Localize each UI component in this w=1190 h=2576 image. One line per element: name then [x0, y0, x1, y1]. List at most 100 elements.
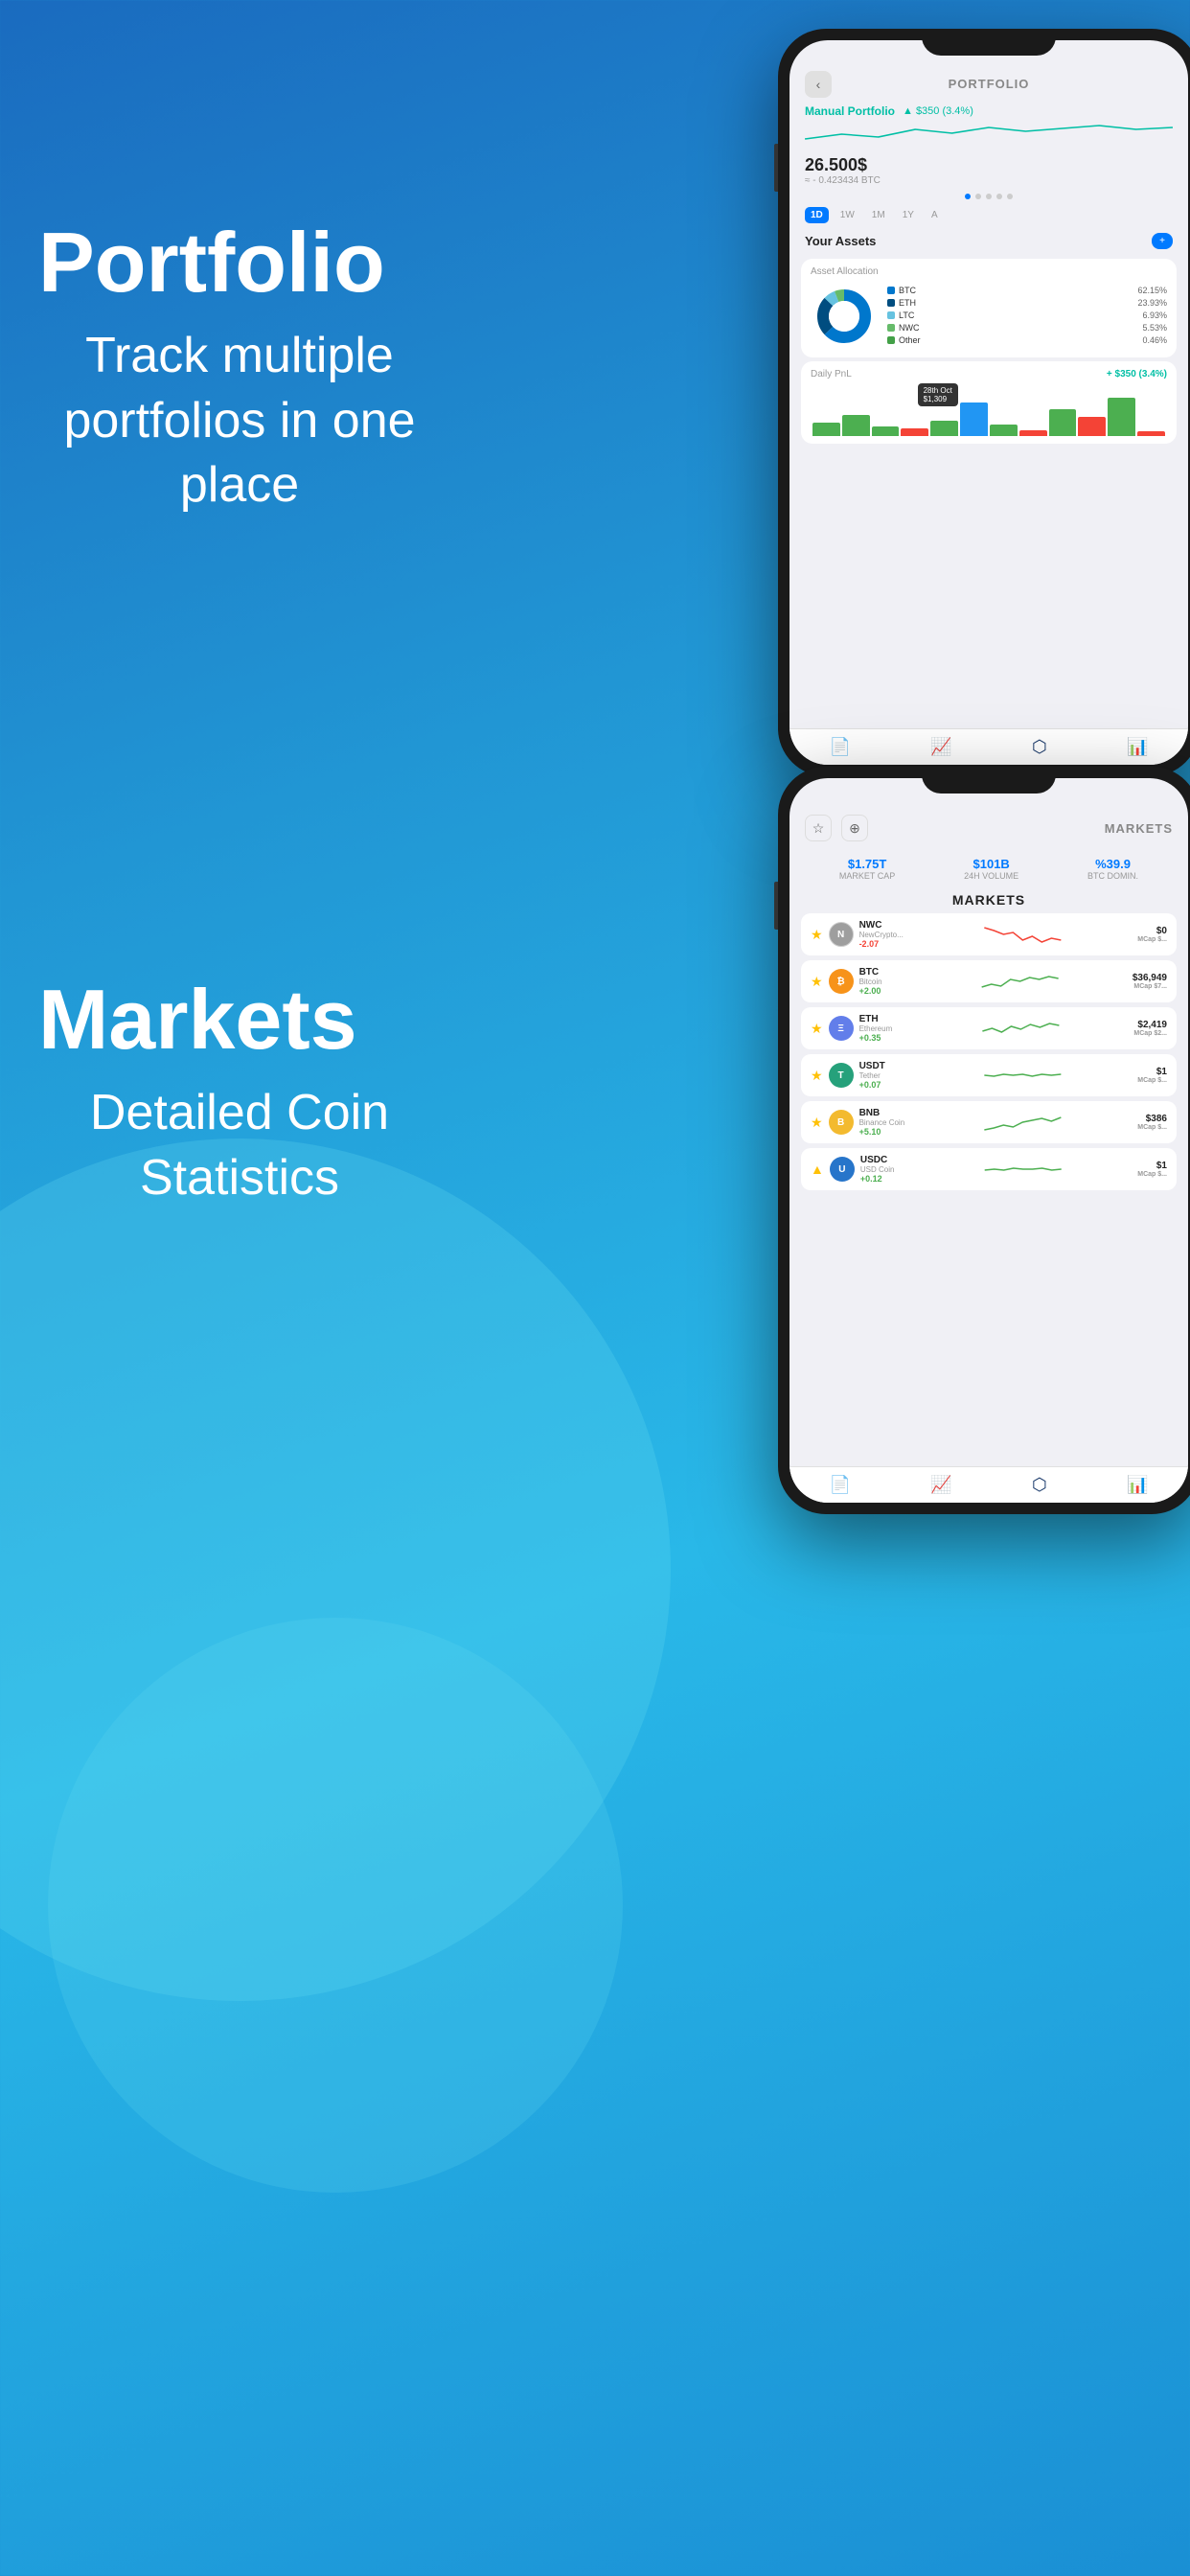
notch-2 — [922, 767, 1056, 794]
bar-1 — [812, 423, 840, 436]
tf-1y[interactable]: 1Y — [897, 207, 920, 223]
search-icon[interactable]: ⊕ — [841, 815, 868, 841]
btc-info: BTC Bitcoin +2.00 — [859, 967, 907, 996]
portfolio-dots — [790, 190, 1188, 203]
legend-ltc: LTC 6.93% — [887, 310, 1167, 320]
mkt-nav-portfolio-icon[interactable]: 📄 — [830, 1475, 851, 1495]
star-usdt[interactable]: ★ — [811, 1068, 823, 1084]
portfolio-section-text: Portfolio Track multiple portfolios in o… — [38, 220, 441, 518]
nav-home-icon[interactable]: ⬡ — [1032, 737, 1047, 757]
legend-eth-dot — [887, 299, 895, 307]
btc-sparkline — [913, 970, 1127, 994]
legend-nwc: NWC 5.53% — [887, 323, 1167, 333]
bar-12 — [1137, 431, 1165, 436]
btc-dom-value: %39.9 — [1087, 857, 1138, 871]
markets-title: Markets — [38, 978, 441, 1062]
legend-other-dot — [887, 336, 895, 344]
bnb-info: BNB Binance Coin +5.10 — [859, 1108, 907, 1137]
nav-bar-icon[interactable]: 📊 — [1127, 737, 1148, 757]
chart-tooltip: 28th Oct$1,309 — [918, 383, 958, 406]
tf-1d[interactable]: 1D — [805, 207, 829, 223]
btc-icon: ₿ — [829, 969, 854, 994]
asset-alloc-title: Asset Allocation — [811, 266, 1167, 277]
legend-eth: ETH 23.93% — [887, 298, 1167, 308]
bnb-icon: B — [829, 1110, 854, 1135]
portfolio-sparkline — [805, 120, 1173, 149]
list-item[interactable]: ★ Ξ ETH Ethereum +0.35 $2,419 MCap $2. — [801, 1007, 1177, 1049]
star-usdc[interactable]: ▲ — [811, 1162, 824, 1177]
star-eth[interactable]: ★ — [811, 1021, 823, 1037]
star-nwc[interactable]: ★ — [811, 927, 823, 943]
bnb-sparkline — [913, 1111, 1133, 1135]
usdt-icon: T — [829, 1063, 854, 1088]
markets-header-title: MARKETS — [1105, 821, 1173, 836]
timeframe-selector[interactable]: 1D 1W 1M 1Y A — [790, 203, 1188, 227]
legend-nwc-dot — [887, 324, 895, 332]
tf-1m[interactable]: 1M — [866, 207, 891, 223]
bar-11 — [1108, 398, 1135, 436]
mkt-nav-home-icon[interactable]: ⬡ — [1032, 1475, 1047, 1495]
nwc-icon: N — [829, 922, 854, 947]
btc-price: $36,949 MCap $7... — [1133, 973, 1167, 990]
dot-1 — [965, 194, 971, 199]
mkt-nav-chart-icon[interactable]: 📈 — [930, 1475, 951, 1495]
list-item[interactable]: ★ T USDT Tether +0.07 $1 MCap $... — [801, 1054, 1177, 1096]
usdc-info: USDC USD Coin +0.12 — [860, 1155, 908, 1184]
your-assets-row: Your Assets + — [790, 227, 1188, 255]
volume-stat: $101B 24H VOLUME — [964, 857, 1018, 881]
usdc-icon: U — [830, 1157, 855, 1182]
markets-phone: ☆ ⊕ MARKETS $1.75T MARKET CAP $101B 24H … — [778, 767, 1190, 1514]
volume-value: $101B — [964, 857, 1018, 871]
bar-3 — [872, 426, 900, 436]
bar-2 — [842, 415, 870, 436]
legend-other: Other 0.46% — [887, 335, 1167, 345]
legend-btc-dot — [887, 287, 895, 294]
coin-list: ★ N NWC NewCrypto... -2.07 $0 MCap $.. — [790, 913, 1188, 1195]
portfolio-name: Manual Portfolio — [805, 104, 895, 118]
bar-9 — [1049, 409, 1077, 436]
portfolio-header-title: PORTFOLIO — [949, 77, 1030, 91]
daily-pnl-card: Daily PnL + $350 (3.4%) 28th Oct$1,309 — [801, 361, 1177, 444]
portfolio-value: 26.500$ — [790, 155, 1188, 175]
market-cap-label: MARKET CAP — [839, 871, 895, 881]
list-item[interactable]: ▲ U USDC USD Coin +0.12 $1 MCap $... — [801, 1148, 1177, 1190]
pnl-title: Daily PnL — [811, 369, 852, 380]
tf-1w[interactable]: 1W — [835, 207, 860, 223]
nav-portfolio-icon[interactable]: 📄 — [830, 737, 851, 757]
allocation-legend: BTC 62.15% ETH 23.93% LTC — [887, 286, 1167, 348]
star-icon[interactable]: ☆ — [805, 815, 832, 841]
usdt-sparkline — [913, 1064, 1133, 1088]
mkt-nav-bar-icon[interactable]: 📊 — [1127, 1475, 1148, 1495]
eth-price: $2,419 MCap $2... — [1133, 1020, 1167, 1037]
markets-section-text: Markets Detailed Coin Statistics — [38, 978, 441, 1210]
star-bnb[interactable]: ★ — [811, 1115, 823, 1131]
markets-bottom-nav: 📄 📈 ⬡ 📊 — [790, 1466, 1188, 1503]
portfolio-name-section: Manual Portfolio ▲ $350 (3.4%) — [790, 99, 1188, 155]
eth-sparkline — [913, 1017, 1129, 1041]
market-cap-stat: $1.75T MARKET CAP — [839, 857, 895, 881]
eth-info: ETH Ethereum +0.35 — [859, 1014, 907, 1043]
list-item[interactable]: ★ N NWC NewCrypto... -2.07 $0 MCap $.. — [801, 913, 1177, 955]
nwc-price: $0 MCap $... — [1137, 926, 1167, 943]
bar-5 — [930, 421, 958, 436]
back-button[interactable]: ‹ — [805, 71, 832, 98]
list-item[interactable]: ★ B BNB Binance Coin +5.10 $386 MCap $ — [801, 1101, 1177, 1143]
star-btc[interactable]: ★ — [811, 974, 823, 990]
assets-button[interactable]: + — [1152, 233, 1173, 249]
donut-chart — [811, 283, 878, 350]
usdc-price: $1 MCap $... — [1137, 1161, 1167, 1178]
nwc-sparkline — [913, 923, 1133, 947]
tf-all[interactable]: A — [926, 207, 944, 223]
markets-subtitle: Detailed Coin Statistics — [38, 1081, 441, 1210]
portfolio-title: Portfolio — [38, 220, 441, 305]
portfolio-phone-frame: ‹ PORTFOLIO Manual Portfolio ▲ $350 (3.4… — [778, 29, 1190, 776]
list-item[interactable]: ★ ₿ BTC Bitcoin +2.00 $36,949 MCap $7. — [801, 960, 1177, 1002]
bar-6 — [960, 402, 988, 436]
nav-chart-icon[interactable]: 📈 — [930, 737, 951, 757]
btc-dom-stat: %39.9 BTC DOMIN. — [1087, 857, 1138, 881]
bar-8 — [1019, 430, 1047, 436]
btc-dom-label: BTC DOMIN. — [1087, 871, 1138, 881]
dot-2 — [975, 194, 981, 199]
dot-3 — [986, 194, 992, 199]
nwc-info: NWC NewCrypto... -2.07 — [859, 920, 907, 949]
